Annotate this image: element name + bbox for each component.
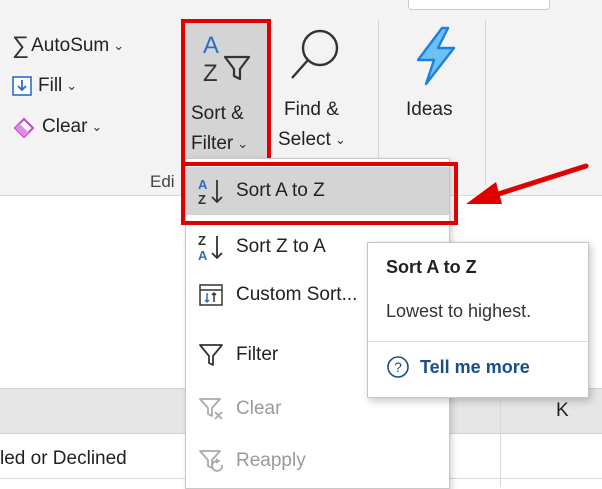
svg-text:Z: Z (203, 60, 218, 87)
column-header-k[interactable]: K (556, 400, 569, 422)
clear-filter-icon (186, 396, 236, 422)
chevron-down-icon: ⌄ (237, 136, 249, 151)
annotation-arrow-icon (460, 160, 592, 210)
fill-label: Fill (38, 75, 63, 96)
tooltip-title: Sort A to Z (386, 257, 477, 277)
filter-icon (186, 342, 236, 368)
fill-down-icon (12, 76, 32, 96)
tell-me-more-label: Tell me more (420, 356, 530, 377)
menu-item-label: Reapply (236, 450, 306, 471)
clear-button[interactable]: Clear ⌄ (12, 112, 102, 142)
magnifier-icon (284, 26, 344, 84)
find-select-label-line2: Select (278, 129, 331, 150)
clear-label: Clear (42, 116, 88, 137)
sort-z-to-a-icon: Z A (186, 232, 236, 262)
chevron-down-icon: ⌄ (66, 78, 78, 93)
reapply-icon (186, 448, 236, 474)
svg-text:?: ? (394, 359, 402, 375)
eraser-icon (12, 116, 36, 139)
find-select-button[interactable]: Find & Select ⌄ (276, 22, 366, 162)
svg-text:A: A (203, 32, 219, 59)
find-select-label-line2-wrap: Select ⌄ (278, 129, 346, 151)
menu-item-label: Custom Sort... (236, 284, 358, 305)
sort-filter-label-line2: Filter (191, 133, 234, 154)
sort-filter-button[interactable]: A Z Sort & Filter ⌄ (181, 19, 271, 164)
sort-filter-label-line2-wrap: Filter ⌄ (191, 133, 248, 155)
tell-me-more-link[interactable]: ? Tell me more (386, 355, 530, 379)
sort-a-to-z-tooltip: Sort A to Z Lowest to highest. ? Tell me… (367, 242, 589, 398)
lightning-icon (408, 26, 464, 86)
chevron-down-icon: ⌄ (334, 132, 346, 147)
editing-group-label: Edi (150, 172, 175, 191)
ribbon-top-control[interactable] (408, 0, 550, 10)
sort-filter-label-line1: Sort & (191, 103, 244, 124)
svg-text:A: A (198, 248, 208, 262)
tooltip-description: Lowest to highest. (386, 301, 532, 321)
menu-item-label: Clear (236, 398, 282, 419)
cell-text[interactable]: led or Declined (0, 448, 127, 470)
menu-item-label: Sort Z to A (236, 236, 326, 257)
fill-button[interactable]: Fill ⌄ (12, 72, 77, 100)
sort-a-to-z-annotation-box (181, 162, 458, 225)
tooltip-divider (368, 341, 588, 342)
svg-text:Z: Z (198, 233, 206, 248)
custom-sort-icon (186, 283, 236, 307)
sort-filter-icon: A Z (199, 29, 261, 87)
chevron-down-icon: ⌄ (91, 119, 103, 134)
chevron-down-icon: ⌄ (113, 38, 125, 53)
autosum-label: AutoSum (31, 35, 110, 56)
autosum-button[interactable]: ∑ AutoSum ⌄ (12, 30, 124, 62)
sigma-icon: ∑ (12, 32, 30, 59)
help-circle-icon: ? (386, 355, 410, 379)
ideas-label: Ideas (406, 99, 453, 120)
ideas-button[interactable]: Ideas (396, 22, 476, 132)
find-select-label-line1: Find & (284, 99, 339, 120)
menu-item-reapply[interactable]: Reapply (186, 437, 449, 485)
column-divider (500, 388, 501, 487)
menu-item-label: Filter (236, 344, 279, 365)
